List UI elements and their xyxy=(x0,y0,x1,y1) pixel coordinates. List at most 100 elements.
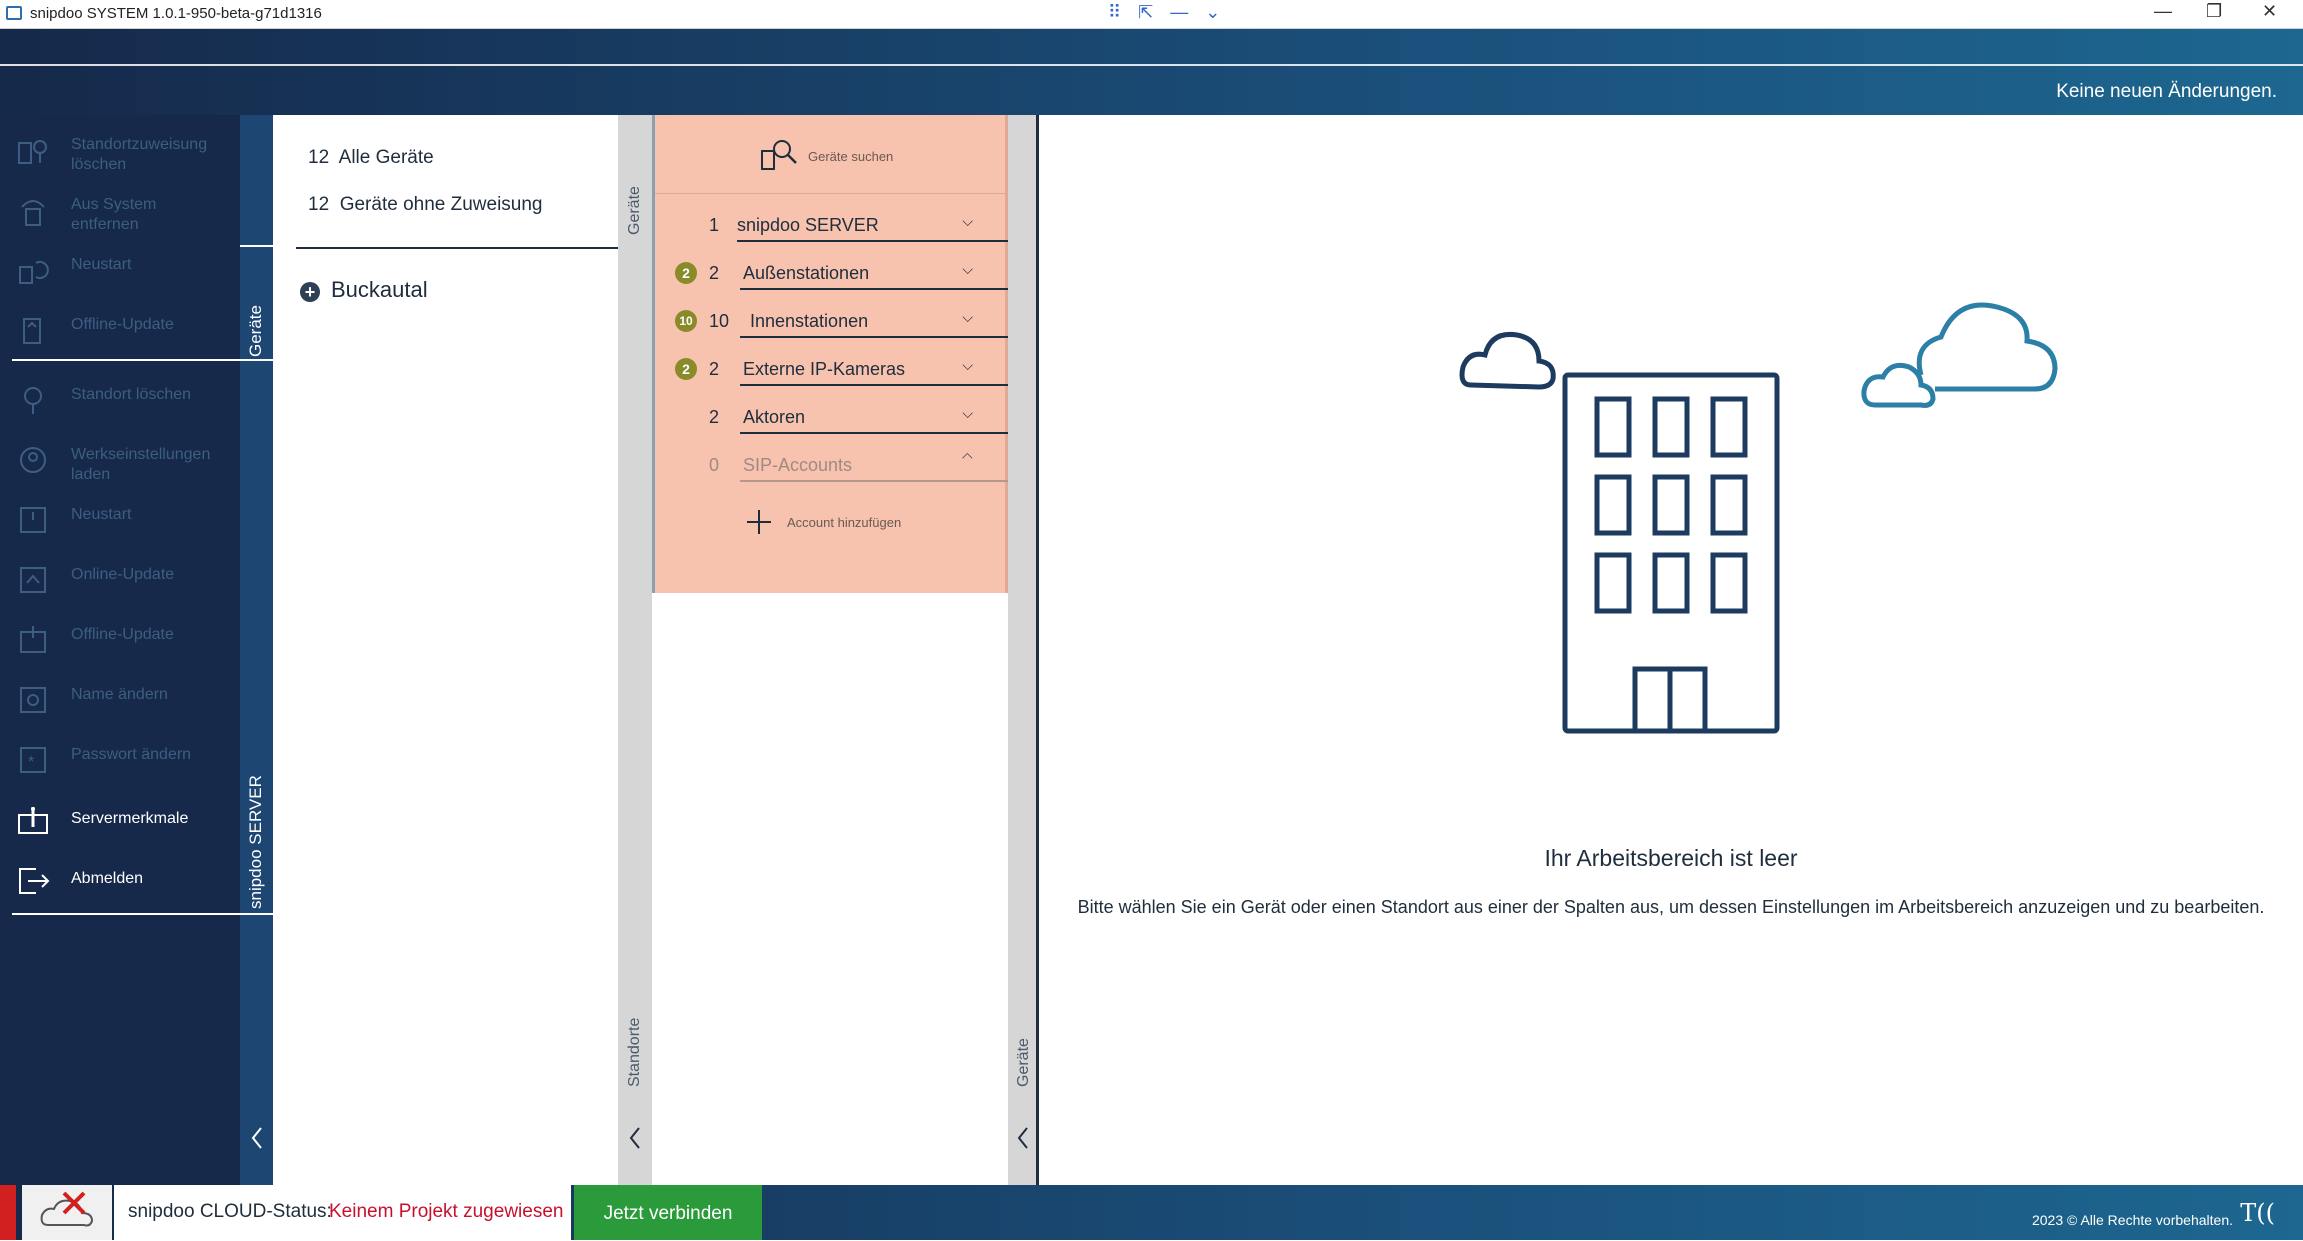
group-count: 2 xyxy=(709,407,720,427)
group-underline xyxy=(740,432,1030,434)
restore-button[interactable]: ❐ xyxy=(2206,1,2222,22)
group-ip-cameras[interactable]: 2 2 Externe IP-Kameras ⌵ xyxy=(675,353,1030,393)
group-underline xyxy=(737,240,1027,242)
empty-workspace-illustration xyxy=(1459,302,2058,734)
nav-separator xyxy=(12,913,272,915)
device-search-icon xyxy=(761,140,797,170)
power-icon xyxy=(20,507,46,533)
chevron-left-icon[interactable] xyxy=(1014,1125,1032,1151)
locations-divider xyxy=(296,247,618,249)
close-button[interactable]: ✕ xyxy=(2262,1,2277,22)
group-label: snipdoo SERVER xyxy=(737,215,879,235)
cloud-status-value: Keinem Projekt zugewiesen xyxy=(329,1201,564,1222)
group-indoor-stations[interactable]: 10 10 Innenstationen ⌵ xyxy=(675,305,1030,345)
nav-logout[interactable]: Abmelden xyxy=(12,853,232,909)
unassigned-devices-row[interactable]: 12 Geräte ohne Zuweisung xyxy=(308,194,543,216)
nav-label: Standort löschen xyxy=(71,386,192,403)
window-snap-toolbar[interactable]: ⠿ ⇱ — ⌄ xyxy=(1108,2,1226,23)
logout-icon xyxy=(19,868,50,894)
nav-online-update[interactable]: Online-Update xyxy=(12,553,232,609)
strip-label-devices[interactable]: Geräte xyxy=(1015,1038,1033,1087)
nav-label: Passwort ändern xyxy=(71,746,192,763)
search-devices-label: Geräte suchen xyxy=(808,149,894,164)
devices-panel: Geräte suchen 1 snipdoo SERVER ⌵ 2 2 Auß… xyxy=(652,115,1030,593)
group-label: SIP-Accounts xyxy=(743,455,853,475)
nav-label: Aus System entfernen xyxy=(71,196,157,233)
locations-column: 12 Alle Geräte 12 Geräte ohne Zuweisung … xyxy=(273,115,618,1185)
chevron-up-icon[interactable]: ⌵ xyxy=(962,449,973,466)
status-footer: snipdoo CLOUD-Status: Keinem Projekt zug… xyxy=(0,1185,2303,1240)
group-sip-accounts[interactable]: 0 SIP-Accounts ⌵ xyxy=(675,449,1030,489)
nav-server-info[interactable]: Servermerkmale xyxy=(12,793,232,849)
tab-divider xyxy=(240,359,273,361)
chevron-down-icon[interactable]: ⌵ xyxy=(962,309,973,326)
header-divider xyxy=(0,64,2303,66)
chevron-down-icon[interactable]: ⌵ xyxy=(962,357,973,374)
connect-now-button[interactable]: Jetzt verbinden xyxy=(574,1185,762,1240)
minimize-button[interactable]: — xyxy=(2154,1,2172,22)
group-snipdoo-server[interactable]: 1 snipdoo SERVER ⌵ xyxy=(675,209,1027,249)
sidebar-section-tabs: Geräte snipdoo SERVER xyxy=(240,115,273,1185)
unassigned-label: Geräte ohne Zuweisung xyxy=(339,194,543,215)
location-delete-icon xyxy=(24,387,42,414)
server-info-icon xyxy=(18,807,48,834)
strip-label-locations[interactable]: Standorte xyxy=(626,1018,644,1087)
cloud-icon xyxy=(1459,331,1556,390)
group-actuators[interactable]: 2 Aktoren ⌵ xyxy=(675,401,1030,441)
factory-reset-icon xyxy=(20,447,46,473)
tcs-logo: T(( xyxy=(2240,1199,2275,1227)
window-title-bar: snipdoo SYSTEM 1.0.1-950-beta-g71d1316 ⠿… xyxy=(0,0,2303,29)
app-header: Keine neuen Änderungen. xyxy=(0,29,2303,115)
group-count: 1 xyxy=(709,215,720,235)
window-title: snipdoo SYSTEM 1.0.1-950-beta-g71d1316 xyxy=(30,5,322,22)
restart-icon xyxy=(19,261,49,284)
all-devices-label: Alle Geräte xyxy=(338,147,434,168)
chevron-down-icon[interactable]: ⌵ xyxy=(962,261,973,278)
clouds-icon xyxy=(1861,302,2058,408)
change-status: Keine neuen Änderungen. xyxy=(2056,81,2277,102)
chevron-down-icon[interactable]: ⌵ xyxy=(962,405,973,422)
cloud-disconnected-icon xyxy=(40,1191,94,1227)
nav-factory-reset[interactable]: Werkseinstellungen laden xyxy=(12,433,232,489)
settings-icon xyxy=(20,687,46,713)
nav-label: Offline-Update xyxy=(71,626,174,643)
nav-device-offline-update[interactable]: Offline-Update xyxy=(12,303,232,359)
group-label: Innenstationen xyxy=(750,311,869,331)
chevron-down-icon[interactable]: ⌵ xyxy=(962,213,973,230)
remove-device-icon xyxy=(21,200,45,226)
offline-update-icon xyxy=(20,626,46,653)
all-devices-row[interactable]: 12 Alle Geräte xyxy=(308,147,434,169)
nav-location-remove[interactable]: Standortzuweisung löschen xyxy=(12,123,232,179)
expand-location-icon[interactable]: + xyxy=(300,282,320,302)
nav-server-offline-update[interactable]: Offline-Update xyxy=(12,613,232,669)
nav-label: Servermerkmale xyxy=(71,810,189,827)
nav-change-password[interactable]: * Passwort ändern xyxy=(12,733,232,789)
panel-divider xyxy=(655,193,1005,194)
group-outdoor-stations[interactable]: 2 2 Außenstationen ⌵ xyxy=(675,257,1030,297)
nav-device-restart[interactable]: Neustart xyxy=(12,243,232,299)
tab-server[interactable]: snipdoo SERVER xyxy=(246,775,266,909)
chevron-left-icon[interactable] xyxy=(248,1125,266,1151)
group-underline xyxy=(740,336,1030,338)
nav-remove-from-system[interactable]: Aus System entfernen xyxy=(12,183,232,239)
group-label: Aktoren xyxy=(743,407,806,427)
strip-label-devices[interactable]: Geräte xyxy=(626,186,644,235)
location-buckautal[interactable]: Buckautal xyxy=(331,277,428,303)
nav-server-restart[interactable]: Neustart xyxy=(12,493,232,549)
nav-label: Abmelden xyxy=(71,870,144,887)
group-underline xyxy=(740,288,1030,290)
nav-location-delete[interactable]: Standort löschen xyxy=(12,373,232,429)
nav-label: Neustart xyxy=(71,256,132,273)
nav-change-name[interactable]: Name ändern xyxy=(12,673,232,729)
status-indicator xyxy=(0,1185,16,1240)
workspace-empty-title: Ihr Arbeitsbereich ist leer xyxy=(1544,845,1798,871)
group-count: 10 xyxy=(709,311,730,331)
notification-badge: 10 xyxy=(675,310,697,332)
app-icon xyxy=(6,6,22,20)
nav-label: Offline-Update xyxy=(71,316,174,333)
group-underline xyxy=(740,480,1030,482)
chevron-left-icon[interactable] xyxy=(626,1125,644,1151)
search-devices-button[interactable]: Geräte suchen xyxy=(760,137,940,177)
add-account-button[interactable]: Account hinzufügen xyxy=(745,505,945,541)
tab-devices[interactable]: Geräte xyxy=(246,305,266,357)
